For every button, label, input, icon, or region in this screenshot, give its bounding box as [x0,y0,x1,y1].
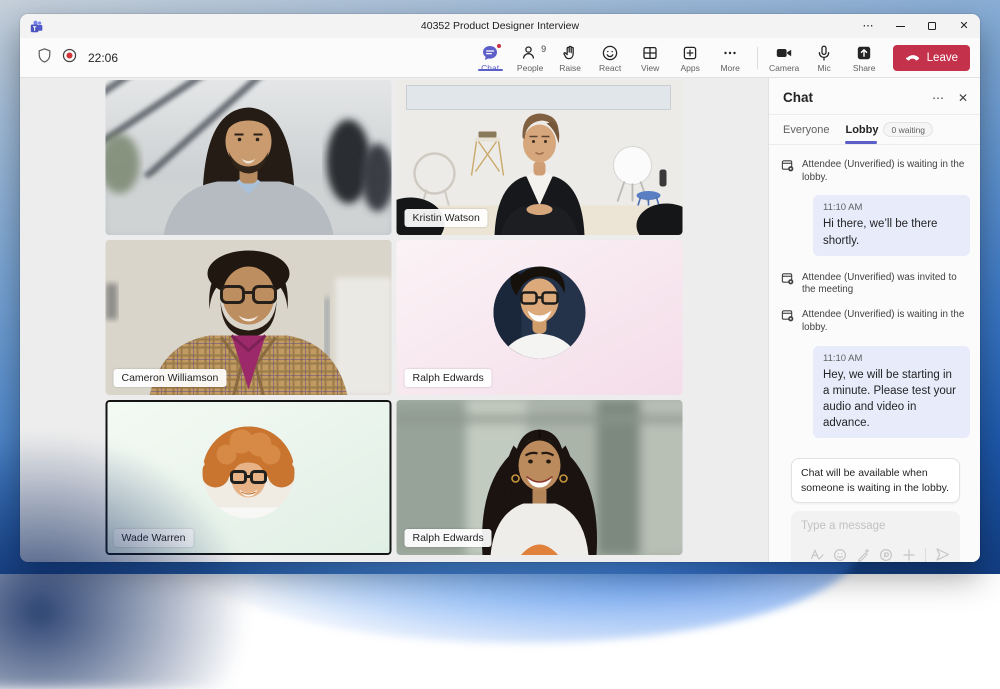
lobby-event: Attendee (Unverified) was invited to the… [781,272,970,297]
chat-message: 11:10 AM Hi there, we’ll be there shortl… [813,195,970,256]
window-title: 40352 Product Designer Interview [420,20,580,32]
meeting-toolbar: 22:06 Chat 9 People Raise React View App… [20,38,980,78]
video-tile[interactable]: Ralph Edwards [396,240,683,395]
message-text: Hi there, we’ll be there shortly. [823,218,938,247]
chat-feed: Attendee (Unverified) is waiting in the … [769,145,980,562]
participant-video [105,80,392,235]
apps-plus-icon [681,45,699,62]
compose-divider [925,547,926,562]
loop-icon[interactable] [879,548,893,562]
video-tile[interactable]: Ralph Edwards [396,400,683,555]
chat-icon [481,42,503,62]
people-icon: 9 [521,44,546,62]
share-button[interactable]: Share [848,43,881,73]
mic-icon [815,45,833,62]
titlebar-more-button[interactable]: ⋯ [862,20,874,32]
message-time: 11:10 AM [823,352,863,364]
video-stage: Kristin Watson Cameron Williamson Ralph … [20,78,768,562]
chat-panel: Chat ⋯ ✕ Everyone Lobby 0 waiting Attend… [768,78,980,562]
participant-name-tag: Cameron Williamson [113,369,227,387]
tab-lobby[interactable]: Lobby 0 waiting [845,115,934,144]
lobby-waiting-badge: 0 waiting [883,122,934,137]
lobby-event-icon [781,310,794,322]
chat-title: Chat [783,90,813,105]
camera-icon [775,45,793,62]
plus-icon[interactable] [902,548,916,562]
lobby-event-icon [781,160,794,172]
lobby-event: Attendee (Unverified) is waiting in the … [781,159,970,184]
toolbar-view-button[interactable]: View [634,43,667,73]
recording-indicator-icon [61,47,78,69]
mic-button[interactable]: Mic [808,43,841,73]
toolbar-people-button[interactable]: 9 People [514,43,547,73]
sparkle-pen-icon[interactable] [856,548,870,562]
teams-logo-icon [30,20,43,33]
format-icon[interactable] [810,548,824,562]
tab-everyone[interactable]: Everyone [783,115,829,144]
camera-button[interactable]: Camera [768,43,801,73]
minimize-button[interactable] [894,20,906,32]
toolbar-nav: Chat 9 People Raise React View Apps More [474,42,747,73]
chat-message: 11:10 AM Hey, we will be starting in a m… [813,345,970,438]
chat-notification-badge [496,42,503,49]
device-controls: Camera Mic Share [768,43,881,73]
desktop-wallpaper: 40352 Product Designer Interview ⋯ ✕ 22:… [0,0,1000,574]
chat-more-button[interactable]: ⋯ [932,92,944,104]
react-smiley-icon [601,45,619,62]
hangup-icon [905,48,921,67]
shield-icon [36,47,53,69]
chat-bottom: Chat will be available when someone is w… [781,448,970,562]
participant-name-tag: Ralph Edwards [404,529,492,547]
maximize-button[interactable] [926,20,938,32]
video-grid: Kristin Watson Cameron Williamson Ralph … [105,80,683,555]
people-count: 9 [541,43,547,54]
teams-meeting-window: 40352 Product Designer Interview ⋯ ✕ 22:… [20,14,980,562]
toolbar-divider [756,46,758,69]
meeting-timer: 22:06 [88,50,119,65]
lobby-event-icon [781,272,794,285]
toolbar-raise-button[interactable]: Raise [554,43,587,73]
send-icon[interactable] [935,547,950,562]
chat-tabs: Everyone Lobby 0 waiting [769,115,980,145]
close-button[interactable]: ✕ [958,20,970,32]
compose-toolbar [801,547,950,562]
video-tile-active-speaker[interactable]: Wade Warren [105,400,392,555]
share-screen-icon [855,45,873,62]
message-input-placeholder: Type a message [801,520,886,533]
toolbar-apps-button[interactable]: Apps [674,43,707,73]
participant-avatar [105,400,392,555]
compose-box[interactable]: Type a message [791,511,960,562]
video-tile[interactable]: Cameron Williamson [105,240,392,395]
lobby-event: Attendee (Unverified) is waiting in the … [781,309,970,334]
titlebar: 40352 Product Designer Interview ⋯ ✕ [20,14,980,38]
chat-header: Chat ⋯ ✕ [769,78,980,115]
toolbar-react-button[interactable]: React [594,43,627,73]
video-tile[interactable] [105,80,392,235]
chat-disabled-notice: Chat will be available when someone is w… [791,457,960,504]
raise-hand-icon [561,45,579,62]
participant-name-tag: Ralph Edwards [404,369,492,387]
view-grid-icon [641,45,659,62]
toolbar-chat-button[interactable]: Chat [474,42,507,73]
chat-close-button[interactable]: ✕ [958,92,968,104]
message-time: 11:10 AM [823,202,863,214]
participant-name-tag: Wade Warren [113,529,194,547]
leave-button[interactable]: Leave [892,44,970,71]
participant-name-tag: Kristin Watson [404,209,488,227]
toolbar-more-button[interactable]: More [714,43,747,73]
message-text: Hey, we will be starting in a minute. Pl… [823,368,956,429]
video-tile[interactable]: Kristin Watson [396,80,683,235]
emoji-icon[interactable] [833,548,847,562]
more-ellipsis-icon [721,45,739,62]
